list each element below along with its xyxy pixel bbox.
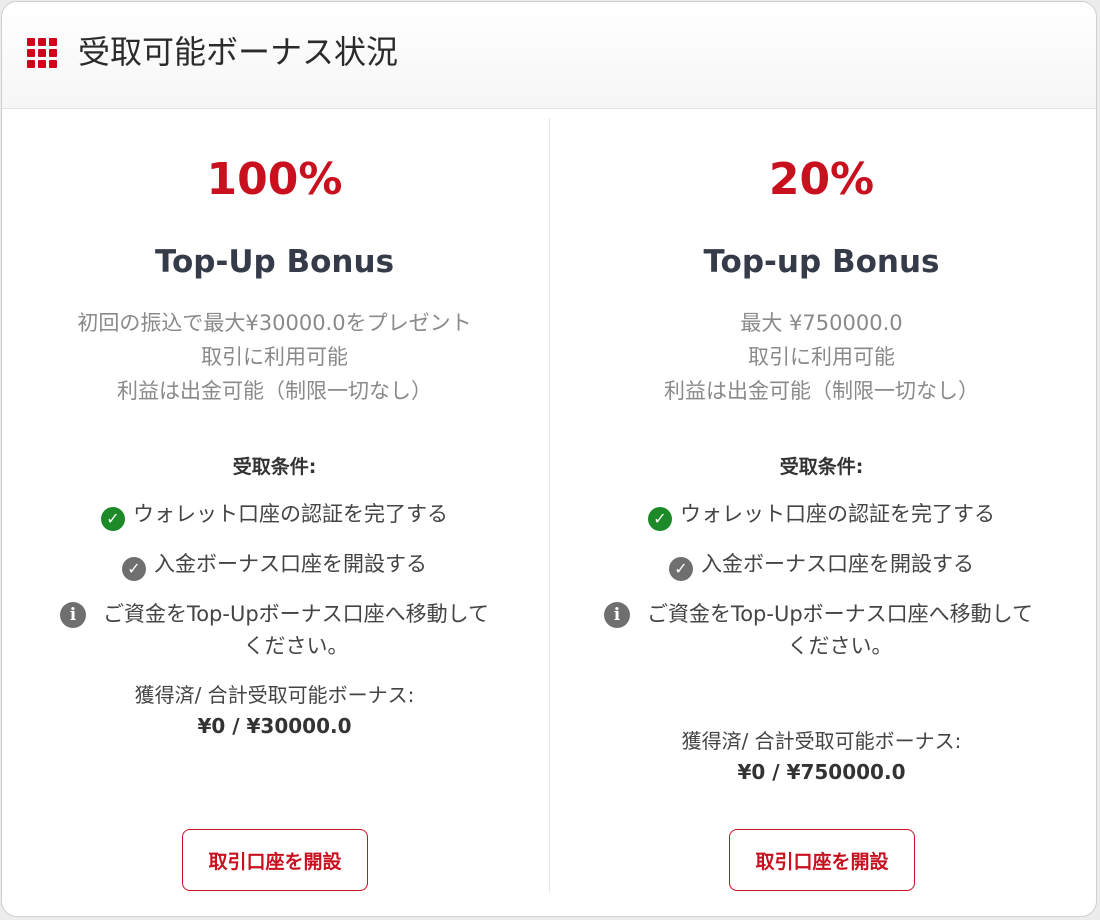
condition-wallet-verified: ✓ ウォレット口座の認証を完了する xyxy=(549,498,1094,531)
condition-wallet-verified: ✓ ウォレット口座の認証を完了する xyxy=(2,498,547,531)
earned-label: 獲得済/ 合計受取可能ボーナス: xyxy=(134,683,415,707)
condition-move-funds: i ご資金をTop-Upボーナス口座へ移動してください。 xyxy=(604,598,1040,662)
description-line: 取引に利用可能 xyxy=(201,345,348,369)
condition-text: 入金ボーナス口座を開設する xyxy=(154,552,427,576)
bonus-percent: 100% xyxy=(206,154,343,205)
conditions-heading: 受取条件: xyxy=(779,456,864,478)
bonus-description: 初回の振込で最大¥30000.0をプレゼント 取引に利用可能 利益は出金可能（制… xyxy=(2,306,547,408)
bonus-percent: 20% xyxy=(768,154,875,205)
description-line: 利益は出金可能（制限一切なし） xyxy=(117,379,432,403)
check-circle-icon: ✓ xyxy=(669,557,693,581)
condition-text: ウォレット口座の認証を完了する xyxy=(133,502,448,526)
conditions-heading: 受取条件: xyxy=(232,456,317,478)
open-trading-account-button[interactable]: 取引口座を開設 xyxy=(182,829,368,891)
condition-open-bonus-account: ✓ 入金ボーナス口座を開設する xyxy=(2,548,547,581)
earned-value: ¥0 / ¥30000.0 xyxy=(197,714,352,738)
earned-value: ¥0 / ¥750000.0 xyxy=(737,760,906,784)
bonus-card-100: 100% Top-Up Bonus 初回の振込で最大¥30000.0をプレゼント… xyxy=(2,108,547,916)
panel-header: 受取可能ボーナス状況 xyxy=(2,2,1096,109)
condition-text: 入金ボーナス口座を開設する xyxy=(701,552,974,576)
condition-text: ご資金をTop-Upボーナス口座へ移動してください。 xyxy=(102,602,490,658)
earned-label: 獲得済/ 合計受取可能ボーナス: xyxy=(681,729,962,753)
grid-icon xyxy=(27,38,57,68)
bonus-description: 最大 ¥750000.0 取引に利用可能 利益は出金可能（制限一切なし） xyxy=(549,306,1094,408)
open-trading-account-button[interactable]: 取引口座を開設 xyxy=(729,829,915,891)
description-line: 利益は出金可能（制限一切なし） xyxy=(664,379,979,403)
condition-move-funds: i ご資金をTop-Upボーナス口座へ移動してください。 xyxy=(60,598,496,662)
check-circle-icon: ✓ xyxy=(101,507,125,531)
bonus-status-panel: 受取可能ボーナス状況 100% Top-Up Bonus 初回の振込で最大¥30… xyxy=(1,1,1097,917)
condition-text: ウォレット口座の認証を完了する xyxy=(680,502,995,526)
check-circle-icon: ✓ xyxy=(648,507,672,531)
bonus-card-20: 20% Top-up Bonus 最大 ¥750000.0 取引に利用可能 利益… xyxy=(549,108,1094,916)
description-line: 初回の振込で最大¥30000.0をプレゼント xyxy=(77,311,472,335)
condition-text: ご資金をTop-Upボーナス口座へ移動してください。 xyxy=(646,602,1034,658)
check-circle-icon: ✓ xyxy=(122,557,146,581)
page-title: 受取可能ボーナス状況 xyxy=(78,33,399,71)
info-icon: i xyxy=(604,602,630,628)
description-line: 取引に利用可能 xyxy=(748,345,895,369)
info-icon: i xyxy=(60,602,86,628)
description-line: 最大 ¥750000.0 xyxy=(740,311,903,335)
bonus-title: Top-up Bonus xyxy=(703,244,940,280)
condition-open-bonus-account: ✓ 入金ボーナス口座を開設する xyxy=(549,548,1094,581)
bonus-title: Top-Up Bonus xyxy=(154,244,395,280)
